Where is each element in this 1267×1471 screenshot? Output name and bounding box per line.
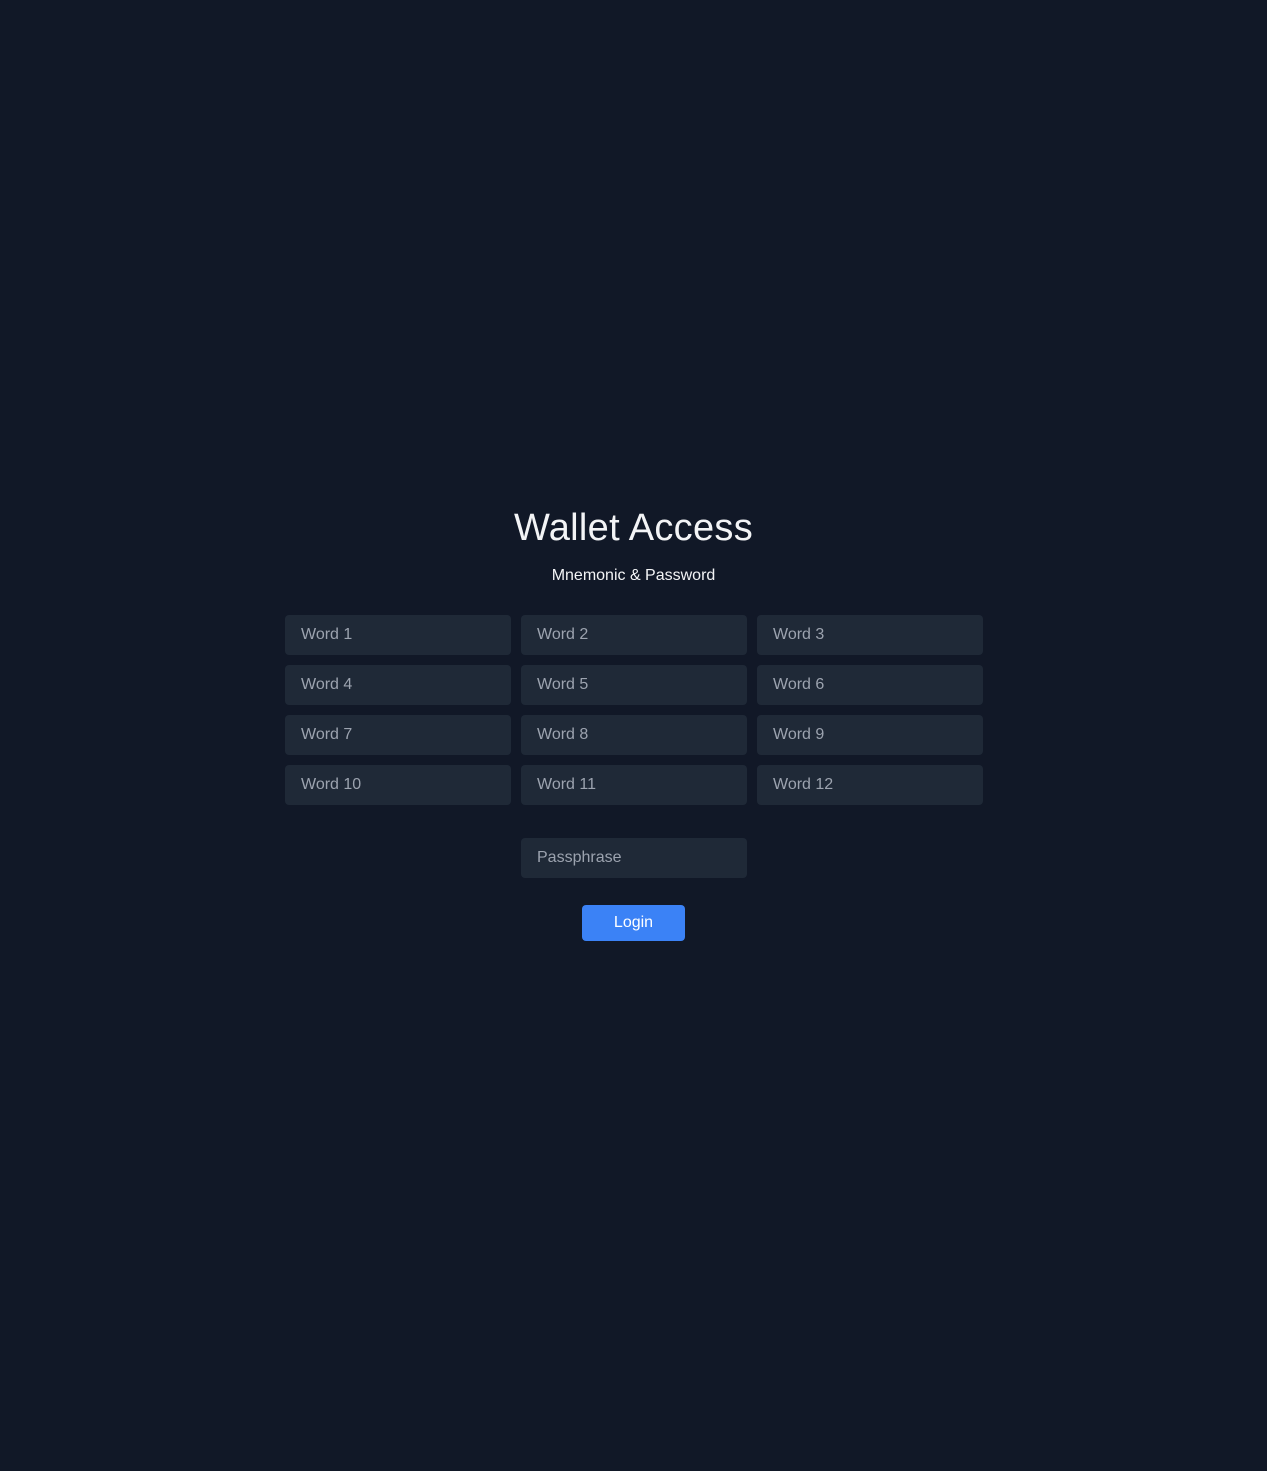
mnemonic-word-5-input[interactable] <box>521 665 747 705</box>
mnemonic-word-2-input[interactable] <box>521 615 747 655</box>
mnemonic-word-12-input[interactable] <box>757 765 983 805</box>
mnemonic-word-6-input[interactable] <box>757 665 983 705</box>
mnemonic-word-10-input[interactable] <box>285 765 511 805</box>
mnemonic-word-4-input[interactable] <box>285 665 511 705</box>
mnemonic-word-3-input[interactable] <box>757 615 983 655</box>
mnemonic-word-11-input[interactable] <box>521 765 747 805</box>
mnemonic-word-8-input[interactable] <box>521 715 747 755</box>
mnemonic-word-7-input[interactable] <box>285 715 511 755</box>
login-button[interactable]: Login <box>582 905 685 941</box>
passphrase-input[interactable] <box>521 838 747 878</box>
mnemonic-word-9-input[interactable] <box>757 715 983 755</box>
page-subtitle: Mnemonic & Password <box>551 567 716 584</box>
mnemonic-word-grid <box>285 615 983 805</box>
wallet-access-page: Wallet Access Mnemonic & Password Login <box>0 0 1267 1471</box>
passphrase-container <box>521 838 747 878</box>
page-title: Wallet Access <box>513 507 753 549</box>
mnemonic-word-1-input[interactable] <box>285 615 511 655</box>
